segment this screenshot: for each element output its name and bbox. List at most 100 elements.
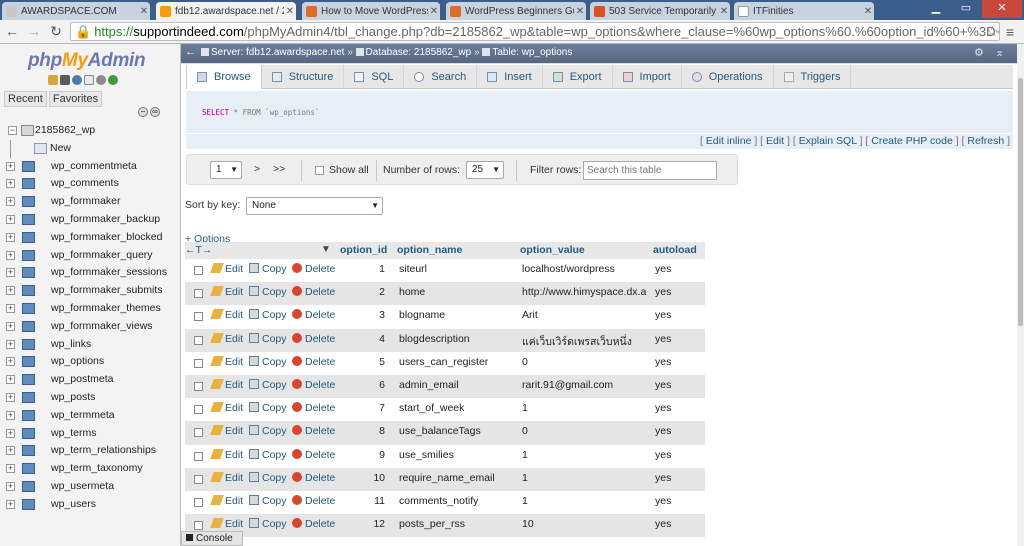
cell-option-value[interactable]: 0 <box>522 356 647 368</box>
cell-option-name[interactable]: posts_per_rss <box>399 518 465 530</box>
copy-link[interactable]: Copy <box>249 378 287 391</box>
cell-autoload[interactable]: yes <box>655 309 671 321</box>
copy-link[interactable]: Copy <box>249 448 287 461</box>
tree-new[interactable]: New <box>4 139 180 158</box>
tab-search[interactable]: Search <box>404 65 478 89</box>
cell-option-value[interactable]: 0 <box>522 425 647 437</box>
tree-table-item[interactable]: + wp_comments <box>4 175 180 193</box>
close-tab-icon[interactable]: ✕ <box>574 6 586 17</box>
copy-link[interactable]: Copy <box>249 425 287 437</box>
close-tab-icon[interactable]: ✕ <box>138 6 150 17</box>
browser-menu-icon[interactable]: ≡ <box>1006 24 1014 40</box>
edit-link[interactable]: Edit <box>210 355 243 368</box>
create-php-code-link[interactable]: Create PHP code <box>871 135 953 147</box>
delete-link[interactable]: Delete <box>292 355 335 368</box>
row-checkbox[interactable] <box>194 312 203 322</box>
expand-icon[interactable]: + <box>6 268 15 278</box>
page-select[interactable]: 1 ▼ <box>210 161 242 179</box>
delete-link[interactable]: Delete <box>292 263 335 275</box>
cell-option-name[interactable]: use_smilies <box>399 449 454 461</box>
reload-button[interactable]: ↻ <box>48 23 64 39</box>
expand-icon[interactable]: + <box>6 303 15 313</box>
tree-table-item[interactable]: + wp_formmaker_backup <box>4 211 180 229</box>
cell-option-value[interactable]: 1 <box>522 472 647 484</box>
tree-table-item[interactable]: + wp_termmeta <box>4 407 180 425</box>
edit-link[interactable]: Edit <box>210 402 243 414</box>
delete-link[interactable]: Delete <box>292 378 335 391</box>
copy-link[interactable]: Copy <box>249 332 287 345</box>
tree-table-item[interactable]: + wp_formmaker_submits <box>4 282 180 300</box>
link-with-main-icon[interactable]: ∞ <box>150 107 160 117</box>
row-checkbox[interactable] <box>194 289 203 299</box>
cell-option-id[interactable]: 5 <box>333 356 385 368</box>
tree-table-item[interactable]: + wp_posts <box>4 389 180 407</box>
cell-option-value[interactable]: localhost/wordpress <box>522 263 647 275</box>
phpmyadmin-logo[interactable]: phpMyAdmin <box>28 50 146 72</box>
row-checkbox[interactable] <box>194 428 203 438</box>
browser-tab-active[interactable]: fdb12.awardspace.net / 2…✕ <box>156 2 296 21</box>
delete-link[interactable]: Delete <box>292 332 335 345</box>
expand-icon[interactable]: + <box>6 197 15 207</box>
cell-option-value[interactable]: 1 <box>522 495 647 507</box>
expand-icon[interactable]: + <box>6 286 15 296</box>
expand-icon[interactable]: + <box>6 499 15 509</box>
tree-table-item[interactable]: + wp_term_relationships <box>4 442 180 460</box>
cell-option-name[interactable]: blogname <box>399 309 445 321</box>
copy-link[interactable]: Copy <box>249 402 287 414</box>
tree-table-item[interactable]: + wp_formmaker_sessions <box>4 264 180 282</box>
expand-icon[interactable]: + <box>6 428 15 438</box>
delete-link[interactable]: Delete <box>292 448 335 461</box>
edit-link[interactable]: Edit <box>210 286 243 298</box>
breadcrumb-server[interactable]: Server: fdb12.awardspace.net <box>211 47 344 58</box>
copy-link[interactable]: Copy <box>249 263 287 275</box>
row-checkbox[interactable] <box>194 335 203 345</box>
recent-tab[interactable]: Recent <box>4 91 47 107</box>
edit-link[interactable]: Edit <box>210 425 243 437</box>
rows-select[interactable]: 25 ▼ <box>466 161 504 179</box>
close-tab-icon[interactable]: ✕ <box>718 6 730 17</box>
cell-option-name[interactable]: home <box>399 286 425 298</box>
browser-tab[interactable]: WordPress Beginners Gui ✕ <box>446 2 586 20</box>
address-bar[interactable]: 🔒 https://supportindeed.com/phpMyAdmin4/t… <box>70 22 1000 41</box>
cell-autoload[interactable]: yes <box>655 472 671 484</box>
delete-link[interactable]: Delete <box>292 425 335 437</box>
cell-option-value[interactable]: rarit.91@gmail.com <box>522 379 647 391</box>
tree-table-item[interactable]: + wp_options <box>4 353 180 371</box>
explain-sql-link[interactable]: Explain SQL <box>799 135 857 147</box>
edit-link[interactable]: Edit <box>210 448 243 461</box>
tree-database[interactable]: − 2185862_wp <box>4 122 180 140</box>
browser-tab[interactable]: How to Move WordPress ✕ <box>302 2 440 20</box>
cell-option-id[interactable]: 4 <box>333 333 385 345</box>
collapse-all-icon[interactable]: − <box>138 107 148 117</box>
edit-link[interactable]: Edit <box>210 309 243 321</box>
delete-link[interactable]: Delete <box>292 286 335 298</box>
tree-table-item[interactable]: + wp_formmaker_blocked <box>4 229 180 247</box>
tree-table-item[interactable]: + wp_postmeta <box>4 371 180 389</box>
column-resize-arrows[interactable]: ←T→ <box>185 244 212 256</box>
cell-option-id[interactable]: 12 <box>333 518 385 530</box>
cell-option-value[interactable]: แค่เว็บเวิร์ดเพรสเว็บหนึ่ง <box>522 333 647 350</box>
cell-autoload[interactable]: yes <box>655 263 671 275</box>
edit-link[interactable]: Edit <box>210 263 243 275</box>
back-arrow-icon[interactable]: ← <box>185 46 196 58</box>
copy-link[interactable]: Copy <box>249 518 287 530</box>
row-checkbox[interactable] <box>194 521 203 531</box>
settings-icon[interactable] <box>96 75 106 85</box>
bookmark-star-icon[interactable]: ☆ <box>986 23 999 40</box>
tree-table-item[interactable]: + wp_formmaker_views <box>4 318 180 336</box>
expand-icon[interactable]: + <box>6 481 15 491</box>
expand-icon[interactable]: + <box>6 410 15 420</box>
cell-option-name[interactable]: use_balanceTags <box>399 425 481 437</box>
close-window-button[interactable]: ✕ <box>982 0 1022 18</box>
home-icon[interactable] <box>48 75 58 85</box>
settings-gear-icon[interactable]: ⚙ <box>974 47 984 59</box>
expand-icon[interactable]: + <box>6 214 15 224</box>
row-checkbox[interactable] <box>194 266 203 275</box>
cell-option-name[interactable]: siteurl <box>399 263 427 275</box>
breadcrumb-database[interactable]: Database: 2185862_wp <box>366 47 472 58</box>
tab-export[interactable]: Export <box>543 65 613 89</box>
cell-autoload[interactable]: yes <box>655 449 671 461</box>
cell-option-id[interactable]: 7 <box>333 402 385 414</box>
row-checkbox[interactable] <box>194 381 203 391</box>
edit-inline-link[interactable]: Edit inline <box>706 135 752 147</box>
